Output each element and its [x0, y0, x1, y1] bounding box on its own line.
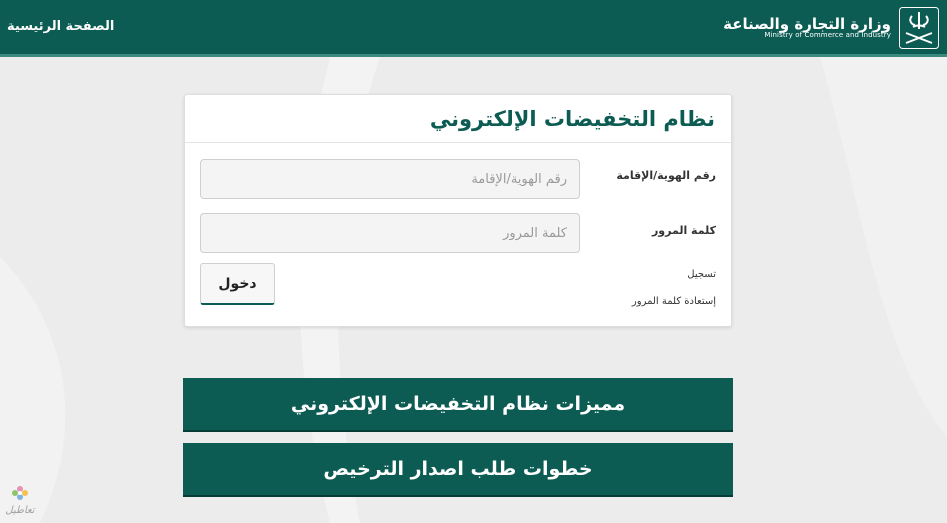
login-card: نظام التخفيضات الإلكتروني رقم الهوية/الإ… — [184, 94, 732, 327]
ministry-name-en: Ministry of Commerce and Industry — [764, 31, 891, 40]
ministry-name-ar: وزارة التجارة والصناعة — [723, 14, 891, 33]
saudi-emblem-icon — [899, 7, 939, 49]
license-steps-button[interactable]: خطوات طلب اصدار الترخيص — [183, 443, 733, 497]
id-label: رقم الهوية/الإقامة — [616, 169, 716, 182]
watermark-text: تعاطيل — [5, 505, 35, 516]
watermark: تعاطيل — [3, 484, 37, 520]
license-steps-button-label: خطوات طلب اصدار الترخيص — [323, 458, 593, 480]
system-title: نظام التخفيضات الإلكتروني — [429, 106, 715, 131]
id-input[interactable] — [200, 159, 580, 199]
top-header: الصفحة الرئيسية وزارة التجارة والصناعة M… — [0, 0, 947, 57]
password-input[interactable] — [200, 213, 580, 253]
login-button[interactable]: دخول — [200, 263, 275, 305]
register-link[interactable]: تسجيل — [687, 269, 716, 280]
login-card-header: نظام التخفيضات الإلكتروني — [185, 95, 731, 143]
password-label: كلمة المرور — [651, 224, 716, 237]
home-link[interactable]: الصفحة الرئيسية — [7, 19, 114, 34]
features-button-label: مميزات نظام التخفيضات الإلكتروني — [290, 393, 626, 415]
ministry-branding: وزارة التجارة والصناعة Ministry of Comme… — [723, 6, 939, 50]
flower-logo-icon — [12, 486, 28, 500]
forgot-password-link[interactable]: إستعادة كلمة المرور — [632, 296, 716, 307]
ministry-name: وزارة التجارة والصناعة Ministry of Comme… — [723, 16, 891, 40]
features-button[interactable]: مميزات نظام التخفيضات الإلكتروني — [183, 378, 733, 432]
